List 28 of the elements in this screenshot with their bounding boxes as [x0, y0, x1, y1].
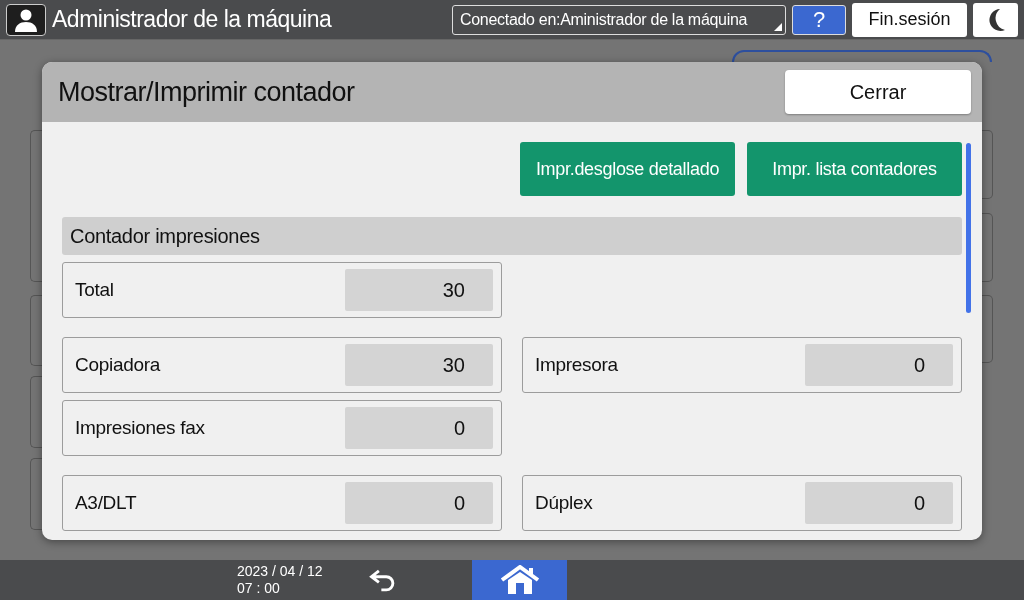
counter-label: Copiadora: [75, 354, 160, 376]
counter-value: 0: [345, 407, 493, 449]
time-text: 07 : 00: [237, 580, 281, 597]
dialog-title: Mostrar/Imprimir contador: [58, 76, 355, 108]
dropdown-icon: [774, 22, 782, 31]
counter-value: 0: [345, 482, 493, 524]
counter-label: Impresiones fax: [75, 417, 205, 439]
home-icon[interactable]: [472, 560, 567, 600]
scrollbar[interactable]: [966, 143, 971, 313]
counter-label: A3/DLT: [75, 492, 137, 514]
counter-value: 0: [805, 482, 953, 524]
print-button[interactable]: Impr. lista contadores: [747, 142, 962, 196]
counter-label: Impresora: [535, 354, 618, 376]
counter-value: 0: [805, 344, 953, 386]
logout-button[interactable]: Fin.sesión: [852, 2, 967, 37]
counter-label: Dúplex: [535, 492, 593, 514]
help-button[interactable]: ?: [792, 4, 846, 35]
date-text: 2023 / 04 / 12: [237, 563, 324, 580]
user-icon: [6, 3, 46, 36]
section-header: Contador impresiones: [62, 217, 962, 255]
counter-value: 30: [345, 344, 493, 386]
user-title: Administrador de la máquina: [52, 6, 333, 33]
connection-dropdown[interactable]: Conectado en:Aministrador de la máquina: [452, 4, 786, 35]
print-button[interactable]: Impr.desglose detallado: [520, 142, 735, 196]
counter-label: Total: [75, 279, 114, 301]
moon-icon[interactable]: [973, 2, 1018, 37]
counter-value: 30: [345, 269, 493, 311]
close-button[interactable]: Cerrar: [785, 70, 971, 114]
